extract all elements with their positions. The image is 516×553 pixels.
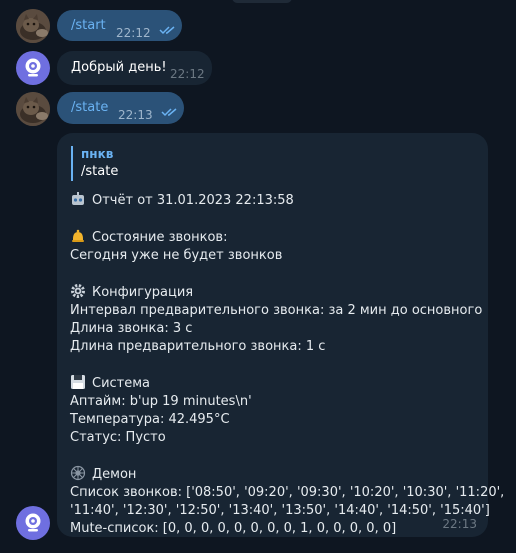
daemon-header: Демон bbox=[92, 467, 137, 482]
report-title: Отчёт от 31.01.2023 22:13:58 bbox=[92, 193, 294, 208]
config-line: Интервал предварительного звонка: за 2 м… bbox=[70, 303, 483, 318]
reply-author: пнкв bbox=[81, 147, 114, 161]
user-avatar-icon[interactable] bbox=[16, 9, 50, 43]
bot-avatar-icon[interactable] bbox=[16, 506, 50, 540]
message-time: 22:12 bbox=[116, 26, 151, 40]
message-bubble-greeting[interactable]: Добрый день! 22:12 bbox=[57, 51, 212, 85]
message-text: Добрый день! bbox=[71, 60, 167, 75]
system-temp: Температура: 42.495°C bbox=[70, 412, 230, 427]
user-avatar-icon[interactable] bbox=[16, 92, 50, 126]
system-uptime: Аптайм: b'up 19 minutes\n' bbox=[70, 394, 252, 409]
reply-quote[interactable]: пнкв /state bbox=[71, 146, 476, 181]
daemon-mute: Mute-список: [0, 0, 0, 0, 0, 0, 0, 0, 1,… bbox=[70, 521, 397, 536]
bot-avatar-icon[interactable] bbox=[16, 51, 50, 85]
reply-text: /state bbox=[81, 164, 119, 179]
message-time: 22:12 bbox=[170, 67, 205, 81]
bell-status: Сегодня уже не будет звонков bbox=[70, 248, 283, 263]
report-title-line: Отчёт от 31.01.2023 22:13:58 bbox=[70, 191, 476, 210]
config-header-line: Конфигурация bbox=[70, 283, 476, 302]
system-status: Статус: Пусто bbox=[70, 430, 166, 445]
message-bubble-state[interactable]: /state 22:13 bbox=[57, 92, 184, 124]
floppy-disk-icon bbox=[71, 375, 85, 389]
scroll-date-pill bbox=[232, 0, 292, 3]
config-line: Длина звонка: 3 с bbox=[70, 321, 193, 336]
daemon-list: Список звонков: ['08:50', '09:20', '09:3… bbox=[70, 485, 505, 500]
message-bubble-report[interactable]: пнкв /state Отчёт от 31.01.2023 22:13:58… bbox=[57, 133, 505, 537]
bell-icon bbox=[72, 229, 84, 242]
daemon-list: '11:40', '12:30', '12:50', '13:40', '13:… bbox=[70, 503, 490, 518]
wheel-icon bbox=[70, 465, 86, 481]
system-header: Система bbox=[92, 376, 151, 391]
double-check-icon bbox=[159, 26, 175, 35]
config-line: Длина предварительного звонка: 1 с bbox=[70, 339, 326, 354]
double-check-icon bbox=[161, 108, 177, 117]
config-header: Конфигурация bbox=[92, 285, 194, 300]
gear-icon bbox=[71, 284, 85, 298]
bell-header: Состояние звонков: bbox=[92, 230, 228, 245]
bell-header-line: Состояние звонков: bbox=[70, 228, 476, 247]
command-link[interactable]: /start bbox=[71, 17, 106, 35]
robot-icon bbox=[72, 192, 84, 205]
daemon-header-line: Демон bbox=[70, 465, 476, 484]
message-time: 22:13 bbox=[118, 108, 153, 122]
system-header-line: Система bbox=[70, 374, 476, 393]
message-time: 22:13 bbox=[442, 517, 477, 531]
message-bubble-start[interactable]: /start 22:12 bbox=[57, 10, 182, 41]
command-link[interactable]: /state bbox=[71, 99, 108, 117]
